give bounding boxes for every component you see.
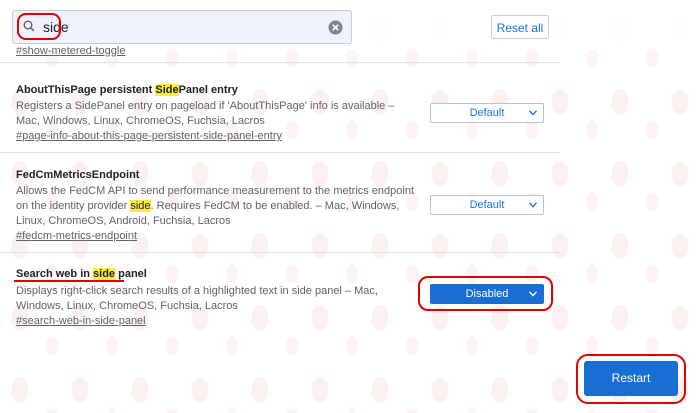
flag-anchor-link[interactable]: #fedcm-metrics-endpoint — [16, 230, 137, 242]
restart-button[interactable]: Restart — [584, 361, 678, 396]
search-match-highlight: side — [93, 268, 116, 280]
divider — [0, 152, 560, 153]
reset-all-button[interactable]: Reset all — [491, 15, 549, 39]
search-input-value[interactable]: side — [43, 19, 69, 35]
chevron-down-icon — [529, 110, 537, 116]
divider — [0, 252, 560, 253]
flag-description: Registers a SidePanel entry on pageload … — [16, 100, 395, 127]
flag-title: AboutThisPage persistent SidePanel entry — [16, 84, 238, 96]
flags-page: side Reset all #show-metered-toggle Abou… — [0, 0, 700, 413]
flag-description: Displays right-click search results of a… — [16, 285, 378, 312]
search-icon — [23, 20, 35, 32]
divider — [0, 62, 560, 63]
flag-description: Allows the FedCM API to send performance… — [16, 185, 415, 227]
chevron-down-icon — [529, 291, 537, 297]
flag-title: Search web in side panel — [16, 268, 147, 280]
flag-anchor-link[interactable]: #search-web-in-side-panel — [16, 315, 146, 327]
clear-icon[interactable] — [328, 20, 343, 35]
flag-state-select[interactable]: Default — [430, 195, 544, 215]
flag-state-select[interactable]: Default — [430, 103, 544, 123]
search-input[interactable]: side — [12, 10, 352, 44]
flag-title: FedCmMetricsEndpoint — [16, 169, 140, 181]
annotation-underline — [14, 280, 124, 282]
search-match-highlight: side — [130, 200, 151, 212]
search-bar-region: side Reset all — [0, 0, 700, 50]
flag-anchor-link[interactable]: #page-info-about-this-page-persistent-si… — [16, 130, 282, 142]
search-match-highlight: Side — [155, 84, 179, 96]
flag-anchor-link[interactable]: #show-metered-toggle — [16, 45, 125, 57]
chevron-down-icon — [529, 202, 537, 208]
flag-state-select[interactable]: Disabled — [430, 284, 544, 304]
